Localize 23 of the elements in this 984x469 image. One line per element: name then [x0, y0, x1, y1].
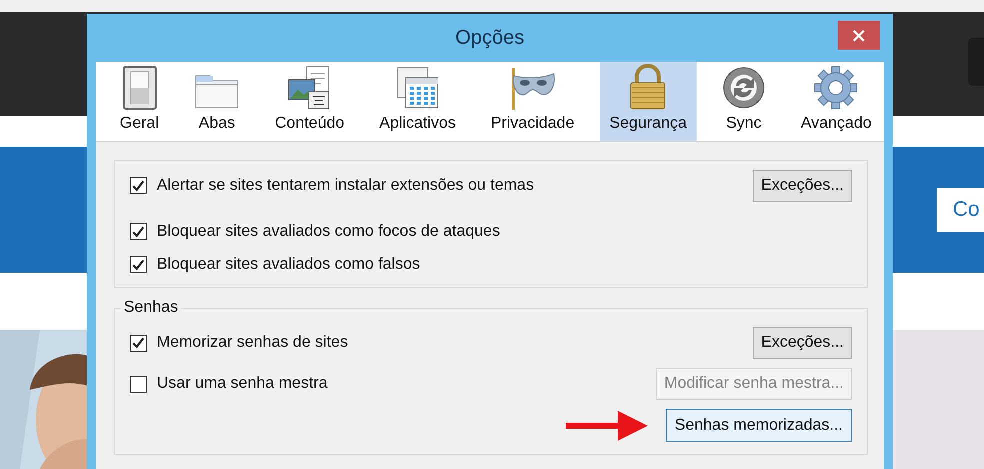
close-icon: [853, 30, 865, 42]
gear-icon: [814, 66, 858, 110]
option-label: Alertar se sites tentarem instalar extensões ou temas: [157, 176, 534, 196]
checkbox[interactable]: [130, 256, 147, 273]
category-tab[interactable]: Segurança: [600, 62, 697, 141]
padlock-icon: [628, 64, 668, 110]
checkbox[interactable]: [130, 334, 147, 352]
sync-icon: [722, 66, 766, 110]
checkbox[interactable]: [130, 376, 147, 392]
exceptions-button[interactable]: Exceções...: [753, 327, 852, 359]
banner-button[interactable]: Co: [937, 188, 984, 232]
saved-passwords-button[interactable]: Senhas memorizadas...: [666, 409, 852, 442]
exceptions-button[interactable]: Exceções...: [753, 170, 852, 202]
calendar-icon: [396, 66, 440, 110]
close-button[interactable]: [838, 21, 880, 50]
option-label: Bloquear sites avaliados como falsos: [157, 254, 420, 274]
checkbox[interactable]: [130, 177, 147, 194]
checkbox[interactable]: [130, 223, 147, 240]
switch-icon: [122, 66, 157, 110]
option-label: Bloquear sites avaliados como focos de ataques: [157, 222, 500, 242]
window-title: Opções: [456, 26, 524, 51]
option-label: Memorizar senhas de sites: [157, 333, 348, 353]
option-label: Usar uma senha mestra: [157, 374, 328, 394]
